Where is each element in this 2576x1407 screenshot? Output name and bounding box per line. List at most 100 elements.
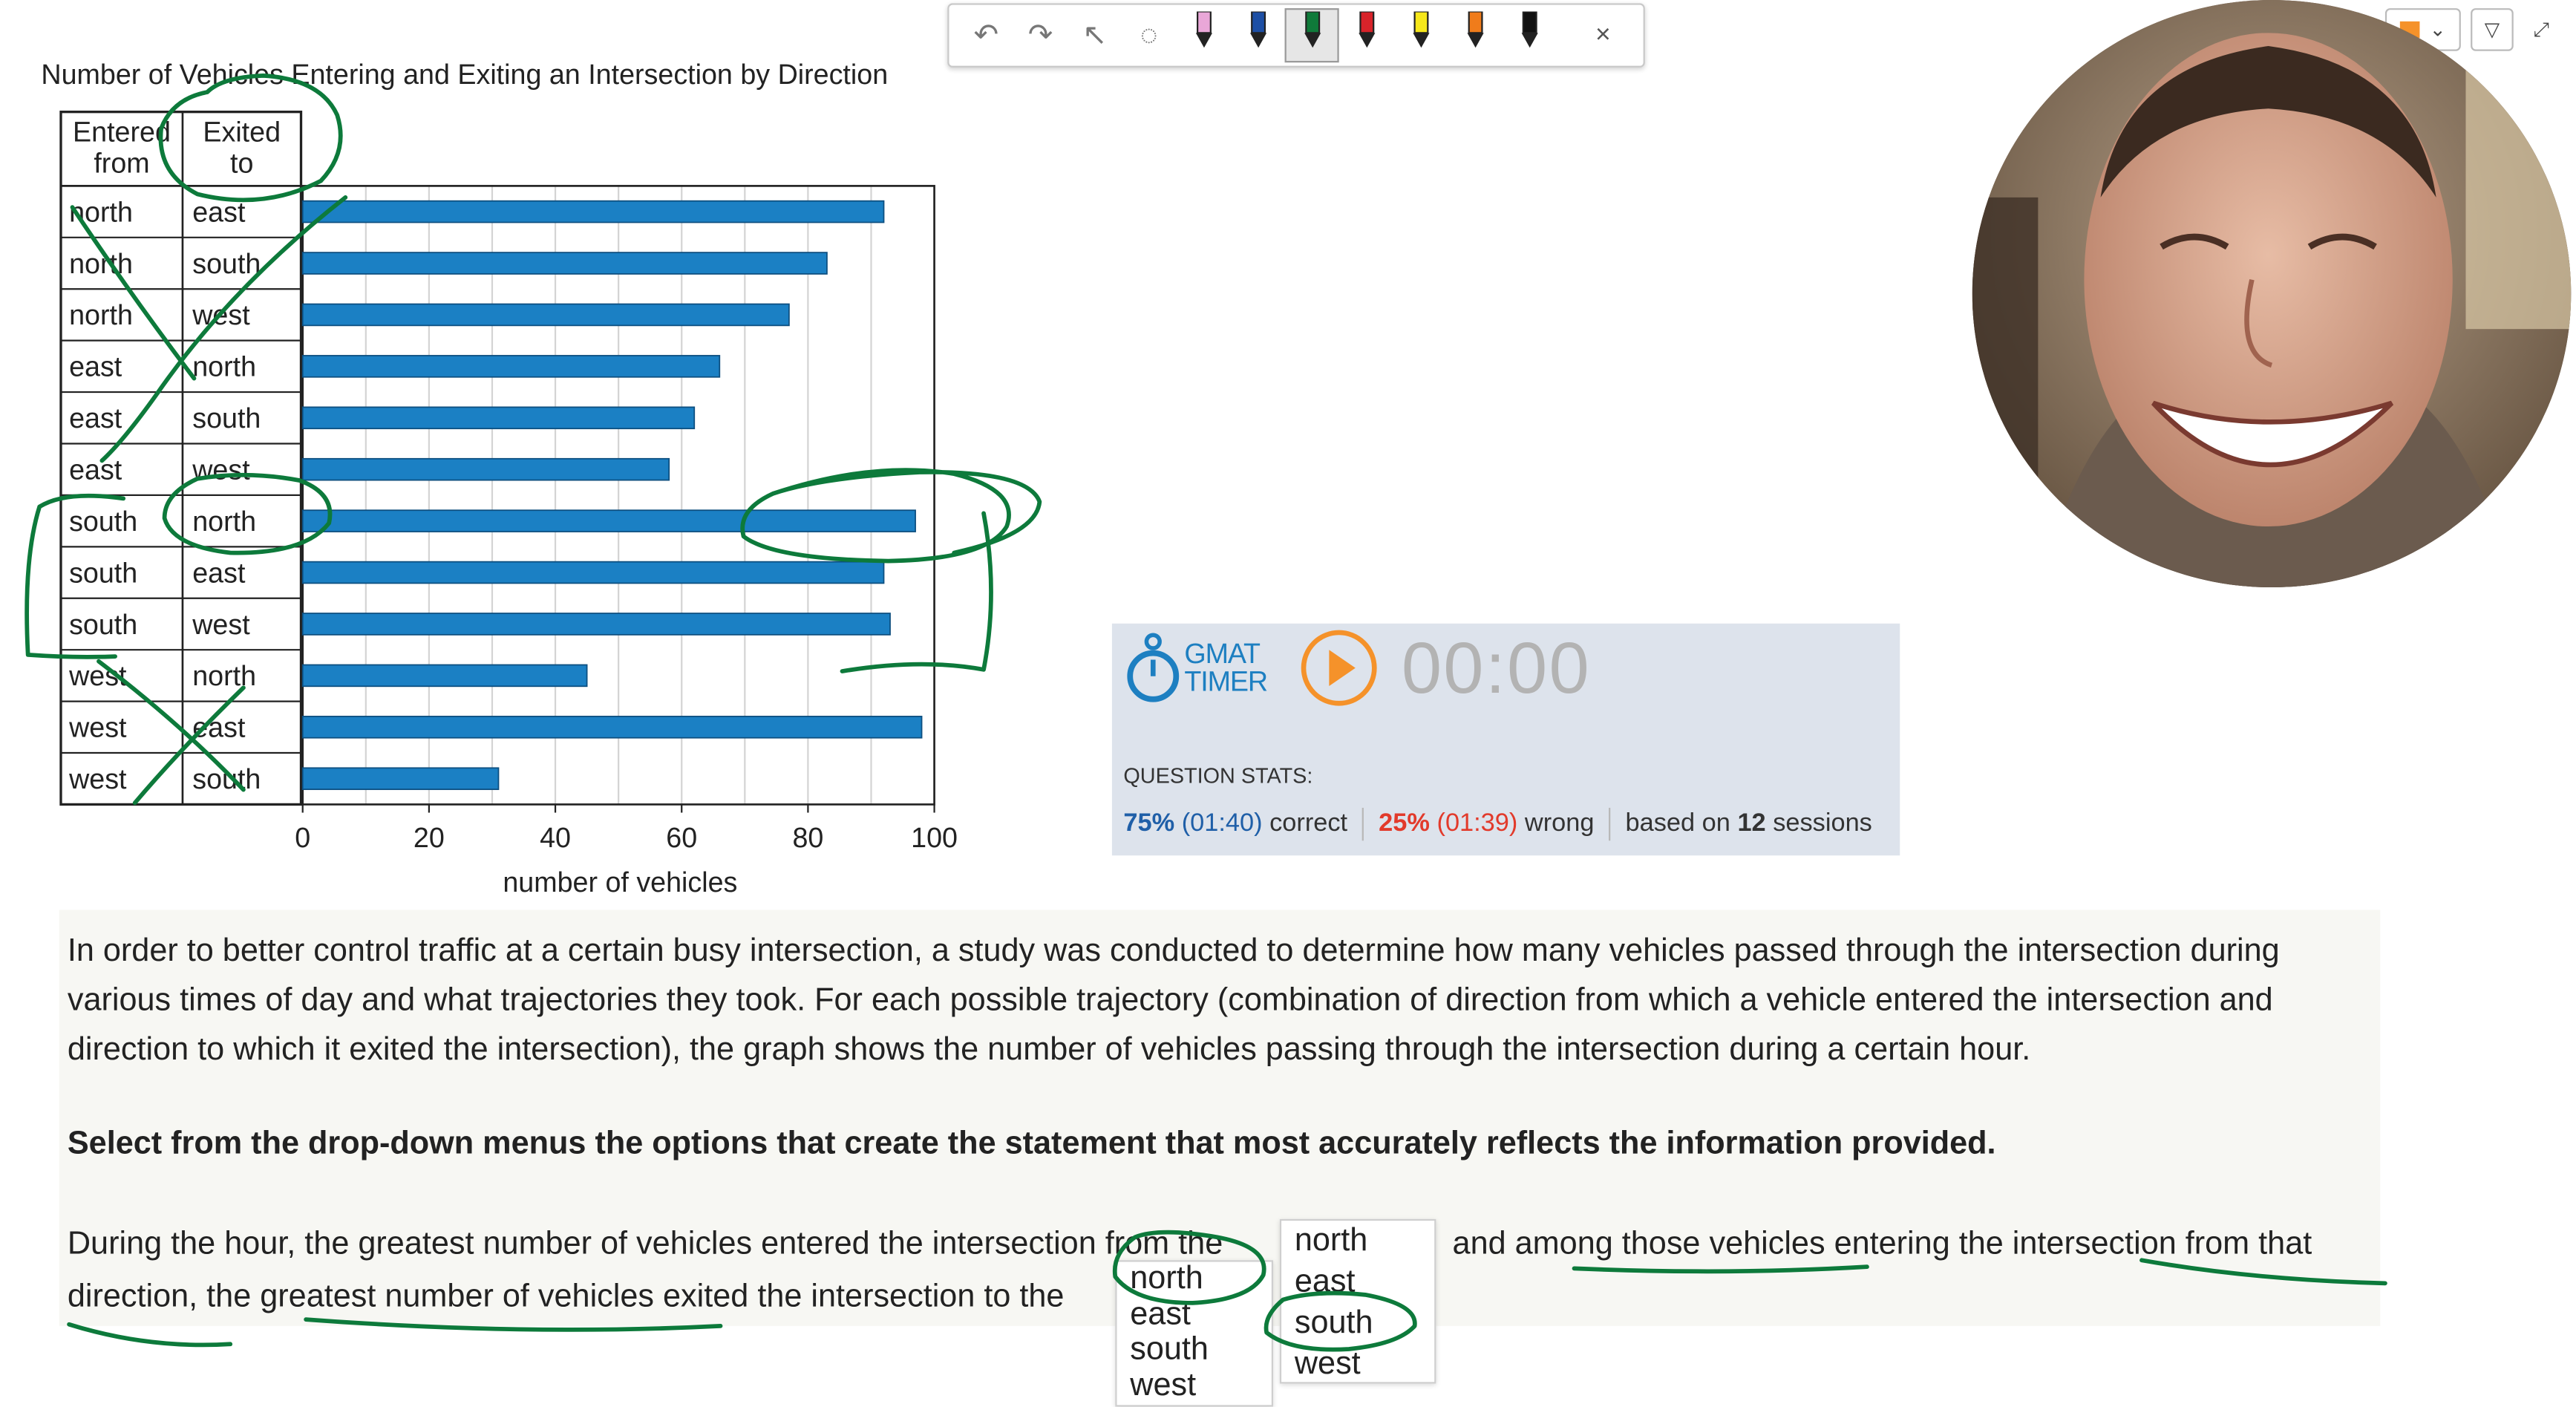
- pointer-icon: ↖: [1082, 18, 1108, 51]
- pointer-tool[interactable]: ↖: [1068, 5, 1122, 66]
- stopwatch-icon: [1127, 633, 1180, 702]
- row-exited-label: east: [192, 196, 246, 227]
- bar-east-south: [301, 406, 696, 430]
- close-icon: ×: [1595, 20, 1611, 49]
- pen-orange-tool[interactable]: [1448, 5, 1502, 66]
- pen-blue-tool[interactable]: [1230, 5, 1284, 66]
- row-exited-label: south: [192, 248, 261, 279]
- dropdown-exited-direction[interactable]: north east south west: [1279, 1218, 1436, 1385]
- chevron-down-icon: ⌄: [2429, 18, 2446, 42]
- dropdown-option-east[interactable]: east: [1281, 1262, 1434, 1303]
- highlighter-yellow-icon: [1409, 10, 1432, 59]
- row-entered-label: north: [69, 196, 133, 227]
- bar-north-south: [301, 252, 828, 275]
- expand-button[interactable]: ⤢: [2523, 10, 2560, 49]
- dropdown-option-south[interactable]: south: [1281, 1303, 1434, 1344]
- row-entered-label: north: [69, 299, 133, 330]
- row-exited-label: west: [192, 454, 250, 485]
- row-exited-label: north: [192, 351, 256, 382]
- highlighter-yellow-tool[interactable]: [1393, 5, 1448, 66]
- bar-chart: Number of Vehicles Entering and Exiting …: [41, 59, 958, 898]
- row-exited-label: south: [192, 402, 261, 434]
- sessions-prefix: based on: [1625, 809, 1730, 838]
- x-tick-label: 100: [911, 822, 958, 853]
- dropdown-option-south[interactable]: south: [1117, 1332, 1272, 1368]
- header-word: from: [94, 148, 149, 179]
- row-exited-label: west: [192, 299, 250, 330]
- bar-west-north: [301, 664, 588, 688]
- statement-part1: During the hour, the greatest number of …: [67, 1225, 1223, 1262]
- header-word: to: [230, 148, 253, 179]
- gmat-timer-panel: GMAT TIMER 00:00 QUESTION STATS: 75% (01…: [1111, 623, 1900, 856]
- brand-bottom: TIMER: [1184, 666, 1268, 698]
- bar-east-west: [301, 457, 670, 481]
- row-entered-label: south: [69, 609, 137, 640]
- lasso-tool[interactable]: ◌: [1122, 5, 1176, 66]
- statement-part2: and among those vehicles entering the in…: [1452, 1225, 2312, 1262]
- wrong-time: (01:39): [1436, 809, 1518, 838]
- passage-intro: In order to better control traffic at a …: [67, 933, 2280, 1068]
- statement-part3: direction, the greatest number of vehicl…: [67, 1278, 1065, 1315]
- bar-north-east: [301, 200, 885, 223]
- dropdown-entered-direction[interactable]: north east south west: [1115, 1260, 1274, 1407]
- header-word: Exited: [203, 117, 281, 148]
- pen-blue-icon: [1246, 10, 1269, 59]
- bar-south-west: [301, 613, 891, 636]
- chart-title: Number of Vehicles Entering and Exiting …: [41, 59, 888, 90]
- redo-icon: ↷: [1027, 18, 1053, 51]
- dropdown-option-north[interactable]: north: [1117, 1261, 1272, 1298]
- x-tick-label: 20: [413, 822, 445, 853]
- pen-red-tool[interactable]: [1339, 5, 1393, 66]
- pen-black-icon: [1517, 10, 1540, 59]
- pen-pink-icon: [1191, 10, 1215, 59]
- row-entered-label: west: [68, 763, 127, 794]
- pen-red-icon: [1355, 10, 1378, 59]
- pen-green-icon: [1301, 10, 1324, 59]
- row-entered-label: east: [69, 351, 122, 382]
- row-entered-label: north: [69, 248, 133, 279]
- x-tick-label: 80: [792, 822, 823, 853]
- row-exited-label: north: [192, 506, 256, 537]
- pen-black-tool[interactable]: [1502, 5, 1556, 66]
- row-exited-label: north: [192, 660, 256, 691]
- bar-north-west: [301, 303, 790, 327]
- play-button[interactable]: [1298, 627, 1380, 709]
- pen-orange-icon: [1463, 10, 1486, 59]
- pen-pink-tool[interactable]: [1176, 5, 1230, 66]
- presenter-video: [1972, 0, 2572, 588]
- correct-label: correct: [1269, 809, 1348, 838]
- correct-percent: 75%: [1123, 809, 1175, 838]
- row-exited-label: east: [192, 557, 246, 588]
- undo-tool[interactable]: ↶: [959, 5, 1013, 66]
- toolbar-close-button[interactable]: ×: [1576, 5, 1630, 66]
- webcam-feed: [1972, 0, 2572, 588]
- undo-icon: ↶: [973, 18, 999, 51]
- x-tick-label: 60: [666, 822, 697, 853]
- x-tick-label: 0: [295, 822, 310, 853]
- dropdown-option-east[interactable]: east: [1117, 1296, 1272, 1333]
- dropdown-option-west[interactable]: west: [1117, 1367, 1272, 1403]
- wrong-label: wrong: [1524, 809, 1595, 838]
- play-icon: [1329, 650, 1356, 686]
- dropdown-option-north[interactable]: north: [1281, 1221, 1434, 1261]
- filter-button[interactable]: ▽: [2471, 8, 2514, 51]
- stage: Number of Vehicles Entering and Exiting …: [0, 0, 2576, 1407]
- dropdown-option-west[interactable]: west: [1281, 1344, 1434, 1385]
- bar-west-south: [301, 767, 500, 791]
- x-axis-label: number of vehicles: [503, 866, 737, 898]
- passage-instruction: Select from the drop-down menus the opti…: [67, 1125, 1996, 1162]
- stats-divider: [1609, 807, 1611, 841]
- ink-underline-direction: [67, 1322, 233, 1348]
- pen-green-tool[interactable]: [1284, 8, 1339, 63]
- timer-display: 00:00: [1401, 628, 1591, 710]
- sessions-suffix: sessions: [1773, 809, 1872, 838]
- bar-east-north: [301, 355, 721, 378]
- lasso-icon: ◌: [1140, 18, 1158, 51]
- redo-tool[interactable]: ↷: [1013, 5, 1068, 66]
- row-entered-label: west: [68, 660, 127, 691]
- x-tick-label: 40: [540, 822, 571, 853]
- row-entered-label: west: [68, 712, 127, 743]
- row-exited-label: west: [192, 609, 250, 640]
- brand-top: GMAT: [1184, 638, 1261, 670]
- row-entered-label: east: [69, 402, 122, 434]
